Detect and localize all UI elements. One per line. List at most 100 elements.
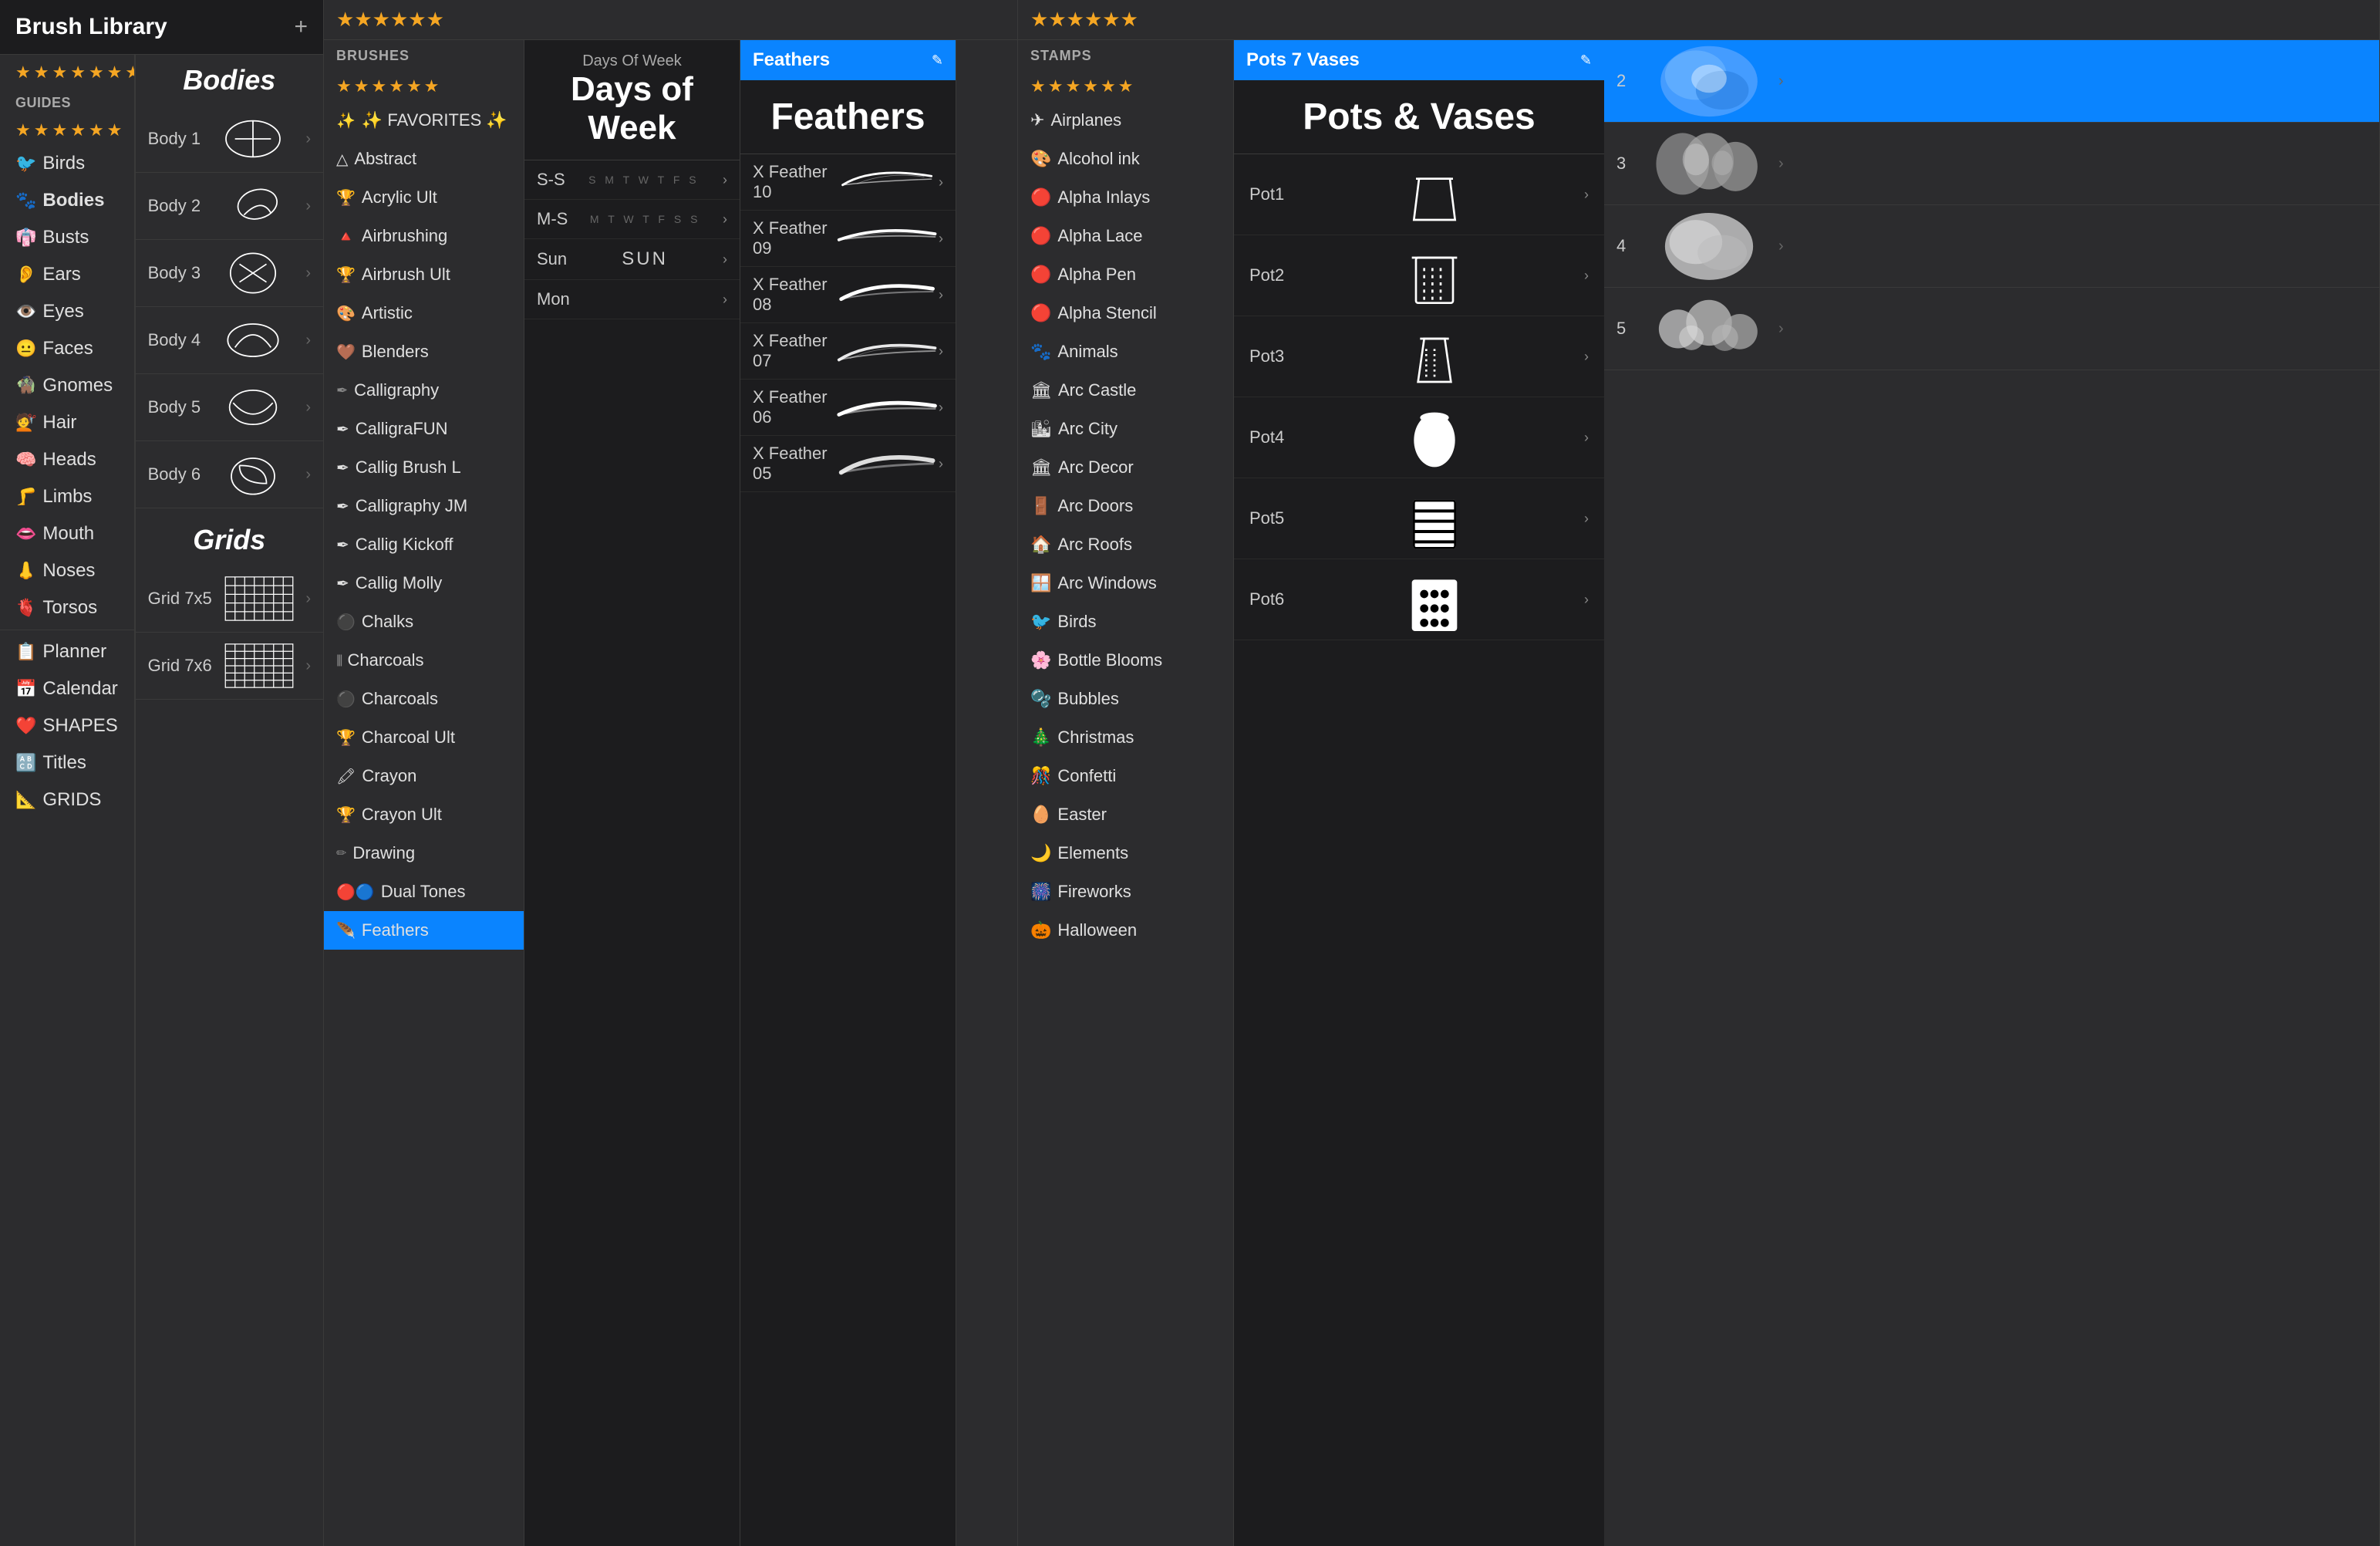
cat-callig-kick[interactable]: ✒ Callig Kickoff (324, 525, 524, 564)
stamp-elements[interactable]: 🌙 Elements (1018, 834, 1233, 873)
nav-mouth[interactable]: 👄 Mouth (0, 515, 134, 552)
nav-calendar[interactable]: 📅 Calendar (0, 670, 134, 707)
feather07-preview (835, 332, 939, 370)
cat-callig-molly[interactable]: ✒ Callig Molly (324, 564, 524, 603)
stamp-arc-roofs[interactable]: 🏠 Arc Roofs (1018, 525, 1233, 564)
stamp-alpha-lace[interactable]: 🔴 Alpha Lace (1018, 217, 1233, 255)
cat-airbrushing[interactable]: 🔺 Airbrushing (324, 217, 524, 255)
body2-item[interactable]: Body 2 › (136, 173, 323, 240)
body5-item[interactable]: Body 5 › (136, 374, 323, 441)
nav-bodies[interactable]: 🐾 Bodies (0, 182, 134, 219)
pot5-preview (1404, 488, 1465, 549)
grid7x6-item[interactable]: Grid 7x6 (136, 633, 323, 700)
grid7x5-item[interactable]: Grid 7x5 (136, 565, 323, 633)
nav-hair[interactable]: 💇 Hair (0, 404, 134, 441)
middle-panel: ★ ★ ★ ★ ★ ★ BRUSHES ★ ★ ★ ★ ★ ★ ✨ ✨ FAVO… (324, 0, 1018, 1546)
nav-heads[interactable]: 🧠 Heads (0, 441, 134, 478)
dow-ss[interactable]: S-S S M T W T F S › (524, 160, 740, 200)
stamp-thumb-2[interactable]: 2 › (1604, 40, 2379, 123)
cat-callig-brush[interactable]: ✒ Callig Brush L (324, 448, 524, 487)
dow-ms[interactable]: M-S M T W T F S S › (524, 200, 740, 239)
cat-airbrush-ult[interactable]: 🏆 Airbrush Ult (324, 255, 524, 294)
cat-blenders[interactable]: 🤎 Blenders (324, 332, 524, 371)
dow-sun[interactable]: Sun SUN › (524, 239, 740, 280)
nav-shapes[interactable]: ❤️ SHAPES (0, 707, 134, 744)
stamp-bubbles[interactable]: 🫧 Bubbles (1018, 680, 1233, 718)
stamp-arc-city[interactable]: 🏙 Arc City (1018, 410, 1233, 448)
cat-charcoals-group[interactable]: ||| Charcoals (324, 641, 524, 680)
feather-09[interactable]: X Feather 09 › (740, 211, 956, 267)
body3-item[interactable]: Body 3 › (136, 240, 323, 307)
pot2-preview (1404, 245, 1465, 306)
cat-charcoals[interactable]: ⚫ Charcoals (324, 680, 524, 718)
nav-noses[interactable]: 👃 Noses (0, 552, 134, 589)
stamp-confetti[interactable]: 🎊 Confetti (1018, 757, 1233, 795)
stamp-animals[interactable]: 🐾 Animals (1018, 332, 1233, 371)
stamp-alpha-inlays[interactable]: 🔴 Alpha Inlays (1018, 178, 1233, 217)
feathers-edit-icon[interactable]: ✎ (932, 52, 943, 69)
stamp-alcohol-ink[interactable]: 🎨 Alcohol ink (1018, 140, 1233, 178)
cat-feathers[interactable]: 🪶 Feathers (324, 911, 524, 950)
nav-torsos[interactable]: 🫀 Torsos (0, 589, 134, 626)
stamp-thumb-4[interactable]: 4 › (1604, 205, 2379, 288)
stamp-thumb-5[interactable]: 5 › (1604, 288, 2379, 370)
stamp-airplanes[interactable]: ✈ Airplanes (1018, 101, 1233, 140)
pot4-preview (1404, 407, 1465, 468)
pot2-item[interactable]: Pot2 › (1234, 235, 1604, 316)
stamp-arc-doors[interactable]: 🚪 Arc Doors (1018, 487, 1233, 525)
nav-limbs[interactable]: 🦵 Limbs (0, 478, 134, 515)
dow-mon[interactable]: Mon › (524, 280, 740, 319)
stamp-arc-decor[interactable]: 🏛 Arc Decor (1018, 448, 1233, 487)
nav-titles[interactable]: 🔠 Titles (0, 744, 134, 781)
stamp5-preview (1647, 294, 1771, 363)
cat-callig-jm[interactable]: ✒ Calligraphy JM (324, 487, 524, 525)
stamp-halloween[interactable]: 🎃 Halloween (1018, 911, 1233, 950)
nav-birds[interactable]: 🐦 Birds (0, 145, 134, 182)
pot6-item[interactable]: Pot6 › (1234, 559, 1604, 640)
stamp-fireworks[interactable]: 🎆 Fireworks (1018, 873, 1233, 911)
stamp-christmas[interactable]: 🎄 Christmas (1018, 718, 1233, 757)
nav-eyes[interactable]: 👁️ Eyes (0, 293, 134, 330)
stamp-easter[interactable]: 🥚 Easter (1018, 795, 1233, 834)
cat-crayon[interactable]: 🖍 Crayon (324, 757, 524, 795)
body1-item[interactable]: Body 1 › (136, 106, 323, 173)
cat-calligraphy[interactable]: ✒ Calligraphy (324, 371, 524, 410)
pot5-item[interactable]: Pot5 › (1234, 478, 1604, 559)
stamp-thumb-3[interactable]: 3 › (1604, 123, 2379, 205)
stamp-birds[interactable]: 🐦 Birds (1018, 603, 1233, 641)
cat-acrylic[interactable]: 🏆 Acrylic Ult (324, 178, 524, 217)
feather-05[interactable]: X Feather 05 › (740, 436, 956, 492)
nav-busts[interactable]: 👘 Busts (0, 219, 134, 256)
feather-08[interactable]: X Feather 08 › (740, 267, 956, 323)
stamp-alpha-stencil[interactable]: 🔴 Alpha Stencil (1018, 294, 1233, 332)
pot4-item[interactable]: Pot4 › (1234, 397, 1604, 478)
cat-chalks[interactable]: ⚫ Chalks (324, 603, 524, 641)
pot1-item[interactable]: Pot1 › (1234, 154, 1604, 235)
cat-crayon-ult[interactable]: 🏆 Crayon Ult (324, 795, 524, 834)
feather-06[interactable]: X Feather 06 › (740, 380, 956, 436)
feather-10[interactable]: X Feather 10 › (740, 154, 956, 211)
cat-dual-tones[interactable]: 🔴🔵 Dual Tones (324, 873, 524, 911)
cat-calligrafun[interactable]: ✒ CalligraFUN (324, 410, 524, 448)
cat-favorites[interactable]: ✨ ✨ FAVORITES ✨ (324, 101, 524, 140)
cat-artistic[interactable]: 🎨 Artistic (324, 294, 524, 332)
nav-planner[interactable]: 📋 Planner (0, 633, 134, 670)
stamp-bottle-blooms[interactable]: 🌸 Bottle Blooms (1018, 641, 1233, 680)
cat-charcoal-ult[interactable]: 🏆 Charcoal Ult (324, 718, 524, 757)
stamp-arc-castle[interactable]: 🏛 Arc Castle (1018, 371, 1233, 410)
nav-faces[interactable]: 😐 Faces (0, 330, 134, 367)
add-button[interactable]: + (294, 14, 308, 40)
nav-ears[interactable]: 👂 Ears (0, 256, 134, 293)
feather-07[interactable]: X Feather 07 › (740, 323, 956, 380)
body4-item[interactable]: Body 4 › (136, 307, 323, 374)
dow-category-label: Days Of Week (537, 52, 727, 70)
body6-item[interactable]: Body 6 › (136, 441, 323, 508)
stamp-alpha-pen[interactable]: 🔴 Alpha Pen (1018, 255, 1233, 294)
stamp-arc-windows[interactable]: 🪟 Arc Windows (1018, 564, 1233, 603)
pot3-item[interactable]: Pot3 › (1234, 316, 1604, 397)
pots-edit-icon[interactable]: ✎ (1580, 52, 1592, 69)
cat-drawing[interactable]: ✏ Drawing (324, 834, 524, 873)
cat-abstract[interactable]: △ Abstract (324, 140, 524, 178)
nav-gnomes[interactable]: 🧌 Gnomes (0, 367, 134, 404)
nav-grids[interactable]: 📐 GRIDS (0, 781, 134, 819)
